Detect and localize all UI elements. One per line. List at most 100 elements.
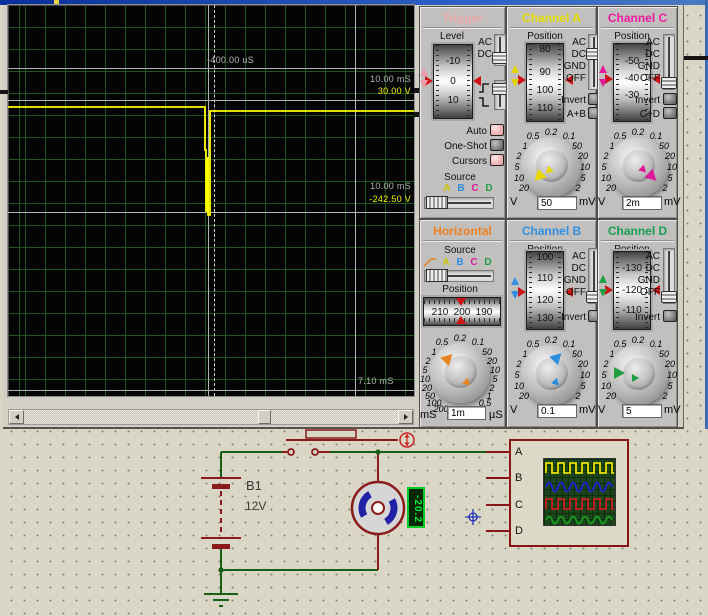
button-actuator-icon[interactable]: [400, 433, 414, 447]
horizontal-source-slider[interactable]: [424, 270, 494, 282]
knob-tick: 0.1: [647, 131, 665, 141]
coupling-off-label: OFF: [560, 73, 586, 84]
channel-b-value-input[interactable]: 0.1: [537, 404, 577, 418]
divider: [510, 240, 593, 242]
knob-tick: 20: [661, 359, 679, 369]
one-shot-button[interactable]: [490, 139, 504, 151]
knob-tick: 5: [508, 162, 526, 172]
trigger-dc-label: DC: [475, 49, 492, 60]
coupling-gnd-label: GND: [560, 61, 586, 72]
coupling-ac-label: AC: [560, 251, 586, 262]
scrollbar-thumb[interactable]: [258, 410, 271, 424]
source-c-label: C: [469, 183, 481, 194]
divider: [423, 240, 502, 242]
level-down-arrow[interactable]: [420, 80, 428, 88]
cursor1-volts-label: 30.00 V: [378, 86, 411, 96]
divider: [423, 27, 502, 29]
channel-a-down-arrow[interactable]: [511, 79, 519, 87]
slider-thumb[interactable]: [661, 77, 677, 89]
knob-tick: 5: [661, 381, 679, 391]
pin-b-label: B: [515, 472, 522, 484]
slider-thumb[interactable]: [426, 269, 448, 282]
channel-d-coupling-slider[interactable]: [663, 248, 675, 304]
hposition-pointer-top[interactable]: [456, 298, 466, 306]
trigger-coupling-slider[interactable]: [494, 34, 506, 66]
channel-b-down-arrow[interactable]: [511, 291, 519, 299]
knob-tick: 1: [516, 141, 534, 151]
motor-rpm-display: -20.2: [407, 487, 425, 528]
knob-tick: 0.5: [433, 337, 451, 347]
scope-hscrollbar[interactable]: [8, 409, 414, 425]
knob-tick: 0.1: [469, 337, 487, 347]
auto-button[interactable]: [490, 124, 504, 136]
channel-c-invert-button[interactable]: [663, 93, 677, 105]
channel-d-up-arrow[interactable]: [599, 275, 607, 283]
coupling-dc-label: DC: [560, 263, 586, 274]
slider-thumb[interactable]: [661, 291, 677, 303]
knob-tick: 1: [603, 349, 621, 359]
scrollbar-right-button[interactable]: [398, 410, 413, 424]
knob-tick: 20: [515, 391, 533, 401]
channel-d-value-input[interactable]: 5: [622, 404, 662, 418]
level-tick: 0: [434, 76, 472, 87]
level-up-arrow[interactable]: [420, 68, 428, 76]
timebase-value-input[interactable]: 1m: [447, 406, 486, 420]
scale-tick: 190: [473, 307, 495, 318]
knob-tick: 20: [574, 359, 592, 369]
left-arrow-icon: [15, 414, 19, 420]
scope-component-screen: [543, 458, 616, 526]
channel-a-title: Channel A: [507, 11, 596, 25]
background-wire-mark: [684, 56, 708, 60]
channel-b-title: Channel B: [507, 224, 596, 238]
wires: [221, 452, 486, 594]
channel-d-invert-button[interactable]: [663, 310, 677, 322]
channel-c-up-arrow[interactable]: [599, 65, 607, 73]
coupling-dc-label: DC: [634, 263, 660, 274]
position-pointer-left[interactable]: [518, 287, 526, 297]
channel-a-up-arrow[interactable]: [511, 65, 519, 73]
invert-label: Invert: [630, 95, 660, 106]
battery-b1[interactable]: [201, 478, 241, 547]
coupling-gnd-label: GND: [634, 275, 660, 286]
channel-c-down-arrow[interactable]: [599, 79, 607, 87]
trigger-source-label: Source: [438, 172, 482, 183]
scope-screen[interactable]: -400.00 uS 10.00 mS 30.00 V 10.00 mS -24…: [8, 5, 414, 396]
ramp-edge-icon: [423, 257, 437, 268]
coupling-dc-label: DC: [634, 49, 660, 60]
knob-tick: 0.2: [629, 335, 647, 345]
knob-tick: 2: [656, 183, 674, 193]
channel-c-sum-button[interactable]: [663, 107, 677, 119]
knob-tick: 2: [656, 391, 674, 401]
knob-tick: 10: [510, 173, 528, 183]
channel-a-value-input[interactable]: 50: [537, 196, 577, 210]
trigger-level-scale[interactable]: -10 0 10: [433, 44, 473, 119]
coupling-ac-label: AC: [560, 37, 586, 48]
millivolts-unit-label: mV: [664, 404, 681, 416]
trigger-edge-slider[interactable]: [494, 80, 506, 110]
trigger-source-slider[interactable]: [424, 197, 494, 209]
knob-tick: 50: [655, 349, 673, 359]
slider-thumb[interactable]: [426, 196, 448, 209]
knob-tick: 20: [602, 183, 620, 193]
position-pointer-left[interactable]: [518, 75, 526, 85]
dc-motor[interactable]: [352, 482, 404, 534]
scrollbar-left-button[interactable]: [9, 410, 24, 424]
knob-tick: 0.1: [560, 131, 578, 141]
channel-c-coupling-slider[interactable]: [663, 34, 675, 90]
hposition-pointer-bottom[interactable]: [456, 316, 466, 324]
channel-c-value-input[interactable]: 2m: [622, 196, 662, 210]
knob-tick: 10: [576, 370, 594, 380]
knob-tick: 50: [568, 349, 586, 359]
ground-symbol[interactable]: [204, 594, 238, 606]
knob-tick: 0.5: [611, 339, 629, 349]
channel-b-up-arrow[interactable]: [511, 277, 519, 285]
cursor2-volts-label: -242.50 V: [369, 194, 411, 204]
divider: [601, 27, 674, 29]
cursor3-time-label: 7.10 mS: [358, 376, 394, 386]
us-unit-label: µS: [489, 409, 503, 421]
knob-tick: 10: [510, 381, 528, 391]
cursors-button[interactable]: [490, 154, 504, 166]
knob-tick: 0.2: [542, 127, 560, 137]
coupling-gnd-label: GND: [560, 275, 586, 286]
channel-d-down-arrow[interactable]: [599, 289, 607, 297]
